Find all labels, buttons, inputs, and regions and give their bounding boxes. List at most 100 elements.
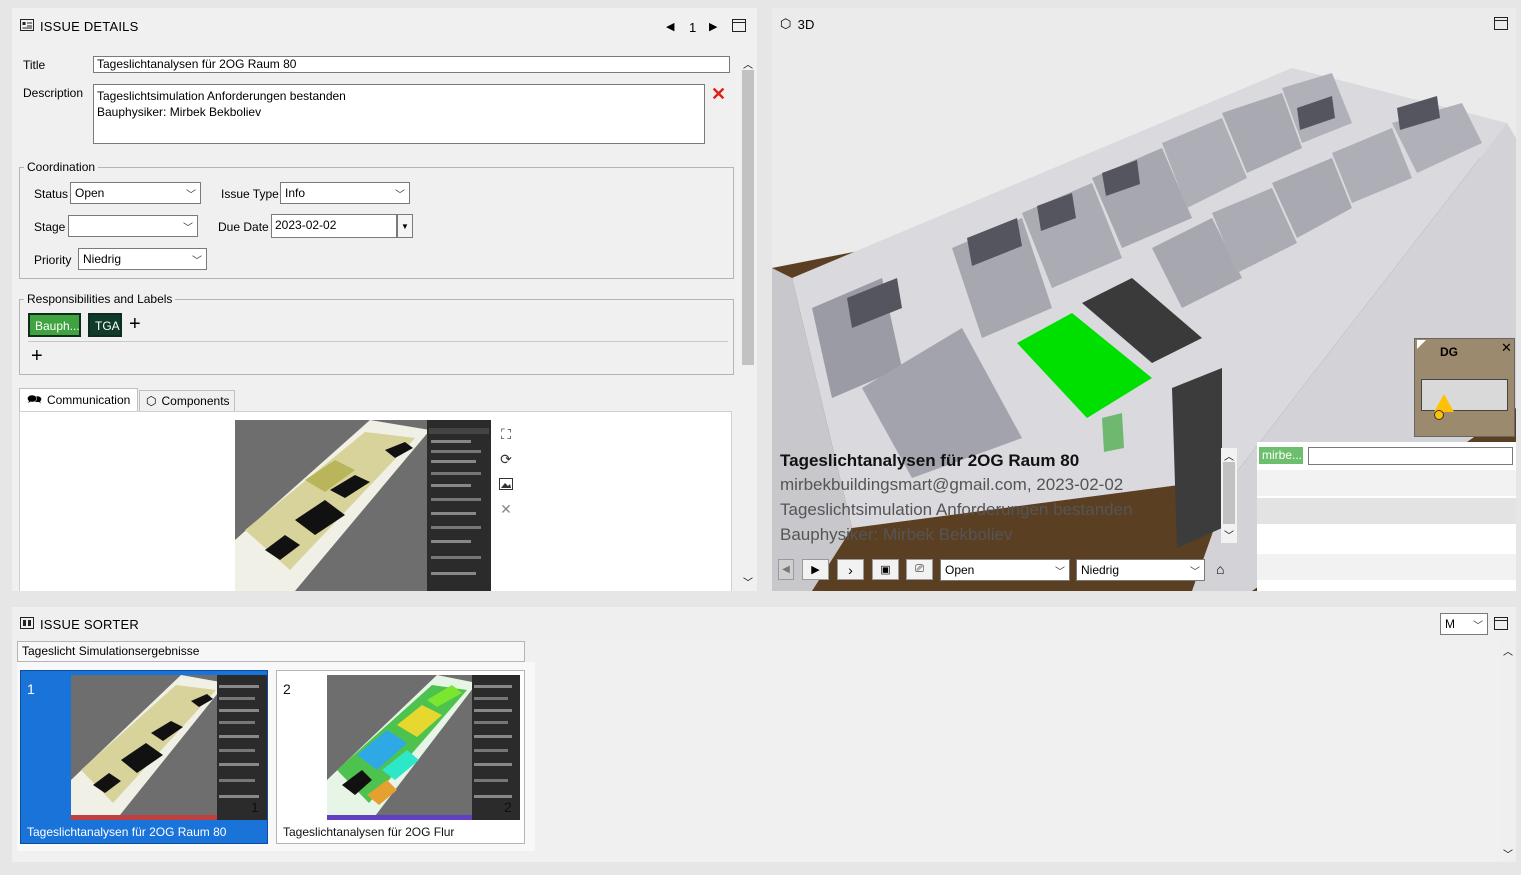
priority-label: Priority [34,253,72,267]
date-picker-button[interactable]: ▼ [397,214,413,238]
responsibility-tag[interactable]: Bauph... [28,313,81,337]
minimap[interactable]: DG ✕ [1414,338,1515,437]
responsibilities-group: Responsibilities and Labels [19,292,734,375]
priority-value: Niedrig [83,252,122,266]
status-select-3d[interactable]: Open ﹀ [940,559,1070,581]
issue-card[interactable]: 1 1 Tageslichtanalysen für 2OG Raum 80 [20,670,268,844]
issue-card-number: 2 [283,681,291,697]
issue-card-caption: Tageslichtanalysen für 2OG Flur [283,825,455,839]
issue-details-panel: ISSUE DETAILS ◀ 1 ▶ Title Tageslichtanal… [12,8,757,591]
due-date-input[interactable]: 2023-02-02 [271,214,397,238]
chevron-down-icon: ﹀ [1190,566,1200,578]
snapshot-image[interactable] [235,420,491,591]
maximize-icon[interactable] [732,19,746,35]
scroll-thumb[interactable] [1223,462,1235,524]
chevron-down-icon: ﹀ [186,189,196,201]
issue-type-value: Info [285,186,306,200]
overlay-meta: mirbekbuildingsmart@gmail.com, 2023-02-0… [780,475,1124,494]
chevron-down-icon: ﹀ [192,255,202,267]
overlay-line-2: Bauphysiker: Mirbek Bekboliev [780,525,1013,544]
scroll-thumb[interactable] [742,70,754,365]
issue-card-thumbnail: 2 [327,675,520,820]
overlay-scrollbar[interactable]: ︿ ﹀ [1221,448,1237,543]
description-line-1: Tageslichtsimulation Anforderungen besta… [97,89,346,103]
maximize-icon[interactable] [1494,617,1508,633]
overlay-title: Tageslichtanalysen für 2OG Raum 80 [780,451,1080,470]
tab-components[interactable]: ⬡ Components [139,390,235,411]
stage-label: Stage [34,220,66,234]
status-value: Open [75,186,105,200]
priority-select[interactable]: Niedrig ﹀ [78,248,207,270]
tab-components-label: Components [161,394,230,408]
list-item[interactable] [1257,526,1516,552]
issue-page-number: 1 [689,20,697,35]
issue-card[interactable]: 2 2 Tageslichtanalysen für 2OG Flur [276,670,525,844]
image-icon[interactable] [497,475,515,493]
issue-details-title: ISSUE DETAILS [40,19,139,34]
group-name: Tageslicht Simulationsergebnisse [22,644,200,658]
list-item[interactable] [1257,470,1516,496]
minimap-corner-icon [1417,340,1426,349]
add-view-icon[interactable]: ⌂ [1216,561,1224,577]
chat-icon: 🗪 [27,391,42,406]
delete-snapshot-icon[interactable]: ✕ [497,500,515,518]
status-select-3d-value: Open [945,563,975,577]
scroll-up-icon[interactable]: ︿ [1503,643,1513,658]
issue-card-overlay-number: 2 [504,799,512,815]
refresh-icon[interactable]: ⟳ [497,450,515,468]
scroll-up-icon[interactable]: ︿ [743,56,753,71]
title-input[interactable]: Tageslichtanalysen für 2OG Raum 80 [93,56,730,73]
view3d-panel: ⬡ 3D Tageslichtanalysen für 2OG Raum 80 … [772,8,1516,591]
list-item[interactable] [1257,554,1516,580]
title-label: Title [23,58,46,72]
tab-communication[interactable]: 🗪 Communication [19,388,138,411]
issue-sorter-header: ISSUE SORTER [20,617,139,632]
issue-card-overlay-number: 1 [251,799,259,815]
add-snapshot-icon[interactable]: ⛶ [497,425,515,443]
stage-select[interactable]: ﹀ [68,215,198,237]
play-button[interactable]: ▶ [802,559,829,580]
screen-button[interactable]: ⎚ [906,559,933,580]
priority-select-3d[interactable]: Niedrig ﹀ [1076,559,1205,581]
label-tag[interactable]: TGA [88,313,122,337]
details-scrollbar[interactable]: ︿ ﹀ [740,58,756,591]
scroll-down-icon[interactable]: ﹀ [1224,527,1234,542]
description-label: Description [23,86,84,100]
present-button[interactable]: ▣ [872,559,899,580]
sorter-scrollbar[interactable]: ︿ ﹀ [1502,641,1516,862]
side-tag[interactable]: mirbe... [1259,447,1303,464]
divider [28,341,728,342]
camera-dot [1434,410,1444,420]
clear-description-icon[interactable]: ✕ [711,84,726,105]
scroll-down-icon[interactable]: ﹀ [743,574,753,589]
add-tag-icon[interactable]: + [129,313,141,336]
issue-sorter-panel: ISSUE SORTER M ﹀ Tageslicht Simulationser… [12,607,1516,862]
thumbnail-size-value: M [1445,617,1455,631]
issue-details-header: ISSUE DETAILS [20,19,138,34]
scroll-down-icon[interactable]: ﹀ [1503,846,1513,861]
issue-type-select[interactable]: Info ﹀ [280,182,410,204]
due-date-label: Due Date [218,220,269,234]
sorter-icon [20,617,34,632]
first-issue-button[interactable]: ◀ [778,559,794,580]
issue-sorter-title: ISSUE SORTER [40,617,139,632]
next-button[interactable]: › [837,559,864,580]
prev-issue-icon[interactable]: ◀ [666,20,674,33]
side-filter-input[interactable] [1308,447,1513,465]
chevron-down-icon: ﹀ [395,189,405,201]
description-input[interactable]: Tageslichtsimulation Anforderungen besta… [93,84,705,144]
next-issue-icon[interactable]: ▶ [709,20,717,33]
thumbnail-size-select[interactable]: M ﹀ [1440,613,1488,635]
status-select[interactable]: Open ﹀ [70,182,201,204]
group-header[interactable]: Tageslicht Simulationsergebnisse [17,641,525,662]
issue-type-label: Issue Type [221,187,279,201]
tab-communication-label: Communication [46,393,131,407]
overlay-line-1: Tageslichtsimulation Anforderungen besta… [780,500,1133,519]
close-icon[interactable]: ✕ [1501,340,1512,356]
coordination-legend: Coordination [27,160,96,174]
status-label: Status [34,187,69,201]
priority-select-3d-value: Niedrig [1081,563,1120,577]
scroll-up-icon[interactable]: ︿ [1224,448,1234,463]
add-label-icon[interactable]: + [31,345,43,368]
list-item[interactable] [1257,498,1516,524]
